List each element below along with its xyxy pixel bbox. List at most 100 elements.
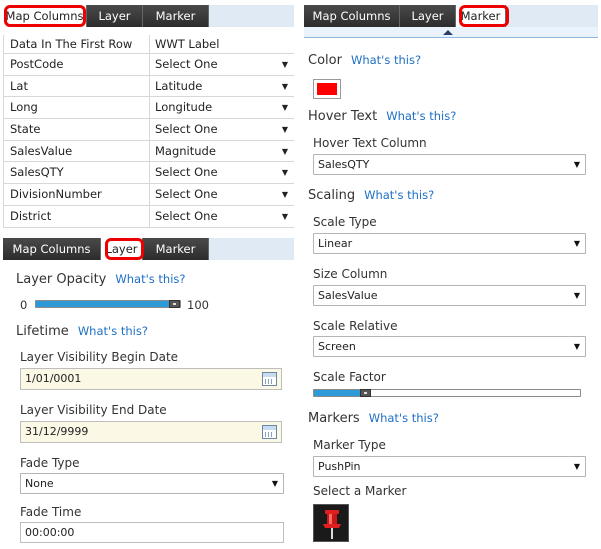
help-link[interactable]: What's this? <box>351 53 421 67</box>
color-fill <box>317 83 337 95</box>
chevron-down-icon: ▼ <box>573 342 580 351</box>
fade-time-input[interactable]: 00:00:00 <box>20 522 284 543</box>
size-column-label: Size Column <box>313 267 388 281</box>
scale-factor-slider[interactable] <box>313 389 581 397</box>
slider-fill <box>36 301 175 307</box>
scale-relative-select[interactable]: Screen ▼ <box>313 336 586 357</box>
map-columns-panel: Map Columns Layer Marker Data In The Fir… <box>3 5 294 233</box>
hover-column-label: Hover Text Column <box>313 136 427 150</box>
slider-fill <box>314 390 366 396</box>
hover-column-select[interactable]: SalesQTY ▼ <box>313 154 586 175</box>
chevron-down-icon: ▼ <box>281 60 288 69</box>
marker-panel: Map Columns Layer Marker Color What's th… <box>304 5 598 549</box>
scaling-heading: Scaling What's this? <box>308 188 434 203</box>
date-value: 31/12/9999 <box>25 425 89 438</box>
tab-layer[interactable]: Layer <box>101 238 143 260</box>
section-title: Lifetime <box>16 324 69 339</box>
tab-bar: Map Columns Layer Marker <box>3 5 294 27</box>
help-link[interactable]: What's this? <box>369 411 439 425</box>
table-row: SalesQTY Select One ▼ <box>4 162 294 185</box>
collapse-bar[interactable] <box>304 27 598 38</box>
slider-thumb[interactable] <box>359 389 371 397</box>
select-value: SalesValue <box>318 289 378 302</box>
table-row: SalesValue Magnitude ▼ <box>4 140 294 163</box>
row-column-name: SalesQTY <box>4 162 150 184</box>
select-value: Screen <box>318 340 356 353</box>
opacity-min-label: 0 <box>20 298 28 312</box>
opacity-slider[interactable] <box>35 300 181 308</box>
size-column-select[interactable]: SalesValue ▼ <box>313 285 586 306</box>
tab-map-columns[interactable]: Map Columns <box>3 5 87 27</box>
row-label-select[interactable]: Select One ▼ <box>150 119 294 140</box>
help-link[interactable]: What's this? <box>364 188 434 202</box>
table-row: District Select One ▼ <box>4 205 294 228</box>
chevron-down-icon: ▼ <box>573 291 580 300</box>
row-label-select[interactable]: Latitude ▼ <box>150 76 294 97</box>
layer-panel: Map Columns Layer Marker Layer Opacity W… <box>3 238 294 549</box>
slider-thumb[interactable] <box>169 300 180 308</box>
chevron-down-icon: ▼ <box>573 239 580 248</box>
select-value: Linear <box>318 237 353 250</box>
row-column-name: PostCode <box>4 54 150 75</box>
tab-marker[interactable]: Marker <box>143 238 209 260</box>
select-value: SalesQTY <box>318 158 370 171</box>
chevron-down-icon: ▼ <box>271 479 278 488</box>
tab-marker[interactable]: Marker <box>143 5 209 27</box>
table-row: DivisionNumber Select One ▼ <box>4 184 294 206</box>
chevron-down-icon: ▼ <box>281 211 288 221</box>
table-row: State Select One ▼ <box>4 119 294 141</box>
row-column-name: DivisionNumber <box>4 184 150 205</box>
grid-header-row: Data In The First Row WWT Label <box>4 35 294 54</box>
tab-bar: Map Columns Layer Marker <box>304 5 598 27</box>
opacity-max-label: 100 <box>187 298 209 312</box>
row-label-select[interactable]: Magnitude ▼ <box>150 141 294 162</box>
row-column-name: Long <box>4 97 150 119</box>
lifetime-heading: Lifetime What's this? <box>16 324 148 339</box>
select-marker-label: Select a Marker <box>313 484 407 498</box>
select-value: Latitude <box>155 78 203 93</box>
select-value: Select One <box>155 57 218 71</box>
row-label-select[interactable]: Longitude ▼ <box>150 97 294 118</box>
end-date-input[interactable]: 31/12/9999 <box>20 421 282 443</box>
marker-type-select[interactable]: PushPin ▼ <box>313 456 586 477</box>
section-title: Hover Text <box>308 109 378 124</box>
section-title: Markers <box>308 411 360 426</box>
end-date-label: Layer Visibility End Date <box>20 403 167 417</box>
calendar-icon[interactable] <box>262 372 277 386</box>
calendar-icon[interactable] <box>262 425 277 439</box>
fade-type-select[interactable]: None ▼ <box>20 473 284 494</box>
row-label-select[interactable]: Select One ▼ <box>150 184 294 205</box>
tab-layer[interactable]: Layer <box>400 5 456 27</box>
select-value: None <box>25 477 54 490</box>
select-value: Select One <box>155 122 218 137</box>
row-label-select[interactable]: Select One ▼ <box>150 206 294 227</box>
tab-map-columns[interactable]: Map Columns <box>3 238 101 260</box>
chevron-down-icon: ▼ <box>281 81 288 91</box>
chevron-down-icon: ▼ <box>281 168 288 178</box>
pushpin-marker-option[interactable] <box>313 504 349 542</box>
markers-heading: Markers What's this? <box>308 411 439 426</box>
help-link[interactable]: What's this? <box>78 324 148 338</box>
help-link[interactable]: What's this? <box>115 272 185 286</box>
tab-map-columns[interactable]: Map Columns <box>304 5 400 27</box>
tab-layer[interactable]: Layer <box>87 5 143 27</box>
color-swatch[interactable] <box>313 79 341 99</box>
layer-opacity-heading: Layer Opacity What's this? <box>16 272 186 287</box>
date-value: 1/01/0001 <box>25 372 82 385</box>
row-label-select[interactable]: Select One ▼ <box>150 54 294 75</box>
scale-type-select[interactable]: Linear ▼ <box>313 233 586 254</box>
scale-relative-label: Scale Relative <box>313 319 398 333</box>
input-value: 00:00:00 <box>25 526 75 539</box>
begin-date-input[interactable]: 1/01/0001 <box>20 368 282 390</box>
section-title: Scaling <box>308 188 356 203</box>
chevron-down-icon: ▼ <box>281 103 288 113</box>
chevron-down-icon: ▼ <box>573 462 580 471</box>
table-row: Long Longitude ▼ <box>4 97 294 120</box>
marker-type-label: Marker Type <box>313 438 386 452</box>
tab-marker[interactable]: Marker <box>456 5 506 27</box>
section-title: Color <box>308 53 342 68</box>
row-column-name: District <box>4 205 150 227</box>
row-label-select[interactable]: Select One ▼ <box>150 162 294 183</box>
help-link[interactable]: What's this? <box>386 109 456 123</box>
chevron-down-icon: ▼ <box>281 190 288 200</box>
